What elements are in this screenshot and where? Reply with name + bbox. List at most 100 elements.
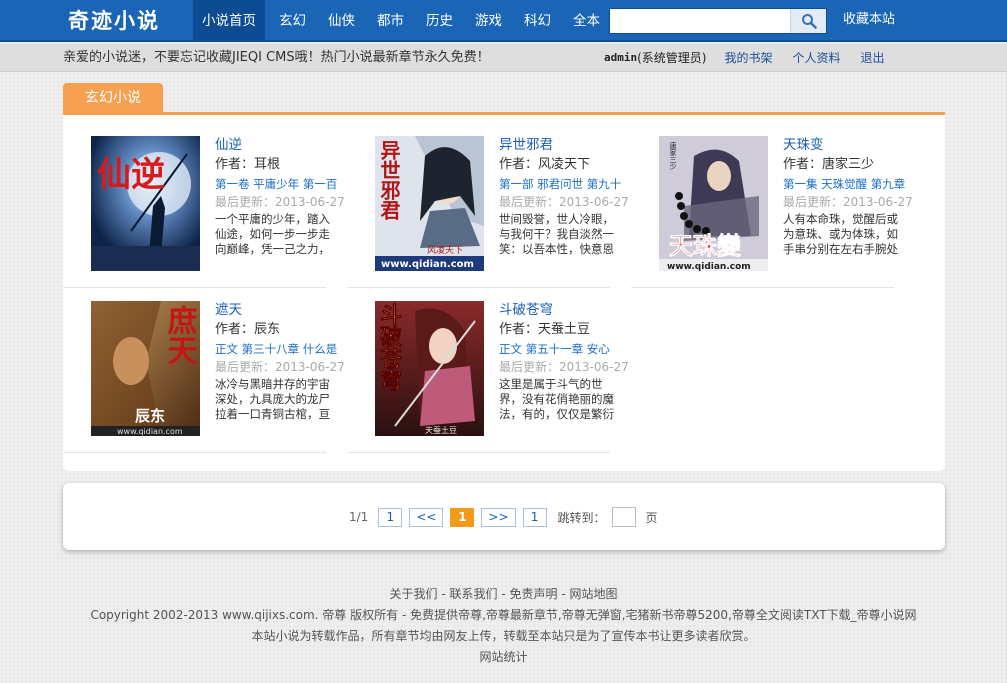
cover-author: 唐家三少 — [669, 141, 677, 170]
book-card: www.qidian.com 辰东 庶天 遮天 作者：辰东 正文 第三十八章 什… — [63, 301, 345, 453]
book-title[interactable]: 仙逆 — [215, 136, 345, 156]
book-author: 作者：耳根 — [215, 157, 281, 172]
cover-author: 天蚕土豆 — [425, 425, 457, 435]
nav-item-xianxia[interactable]: 仙侠 — [320, 0, 363, 42]
book-title[interactable]: 遮天 — [215, 301, 345, 321]
book-title[interactable]: 斗破苍穹 — [499, 301, 629, 321]
book-author: 作者：唐家三少 — [783, 157, 875, 172]
book-description: 冰冷与黑暗并存的宇宙深处，九具庞大的龙尸拉着一口青铜古棺，亘 — [215, 377, 330, 421]
cover-title: 庶天 — [162, 305, 198, 365]
nav-item-kehuan[interactable]: 科幻 — [516, 0, 559, 42]
sub-bar: 亲爱的小说迷，不要忘记收藏JIEQI CMS哦！热门小说最新章节永久免费！ ad… — [0, 44, 1007, 72]
top-navbar: 奇迹小说 小说首页 玄幻 仙侠 都市 历史 游戏 科幻 全本 收藏本站 — [0, 0, 1007, 42]
nav-item-youxi[interactable]: 游戏 — [467, 0, 510, 42]
cover-title: 天珠變 — [669, 231, 742, 260]
footer-separator: - — [557, 587, 570, 601]
site-notice: 亲爱的小说迷，不要忘记收藏JIEQI CMS哦！热门小说最新章节永久免费！ — [63, 50, 490, 65]
latest-chapter-link[interactable]: 正文 第三十八章 什么是 — [215, 341, 343, 359]
sitemap-link[interactable]: 网站地图 — [569, 587, 617, 601]
book-card: www.qidian.com 天珠變 唐家三少 天珠变 作者：唐家三少 第一集 … — [631, 136, 913, 288]
book-info: 斗破苍穹 作者：天蚕土豆 正文 第五十一章 安心 最后更新：2013-06-27… — [499, 301, 629, 422]
footer-separator: - — [437, 587, 450, 601]
nav-item-home[interactable]: 小说首页 — [193, 0, 265, 42]
book-card: 天蚕土豆 斗破苍穹 斗破苍穹 作者：天蚕土豆 正文 第五十一章 安心 最后更新：… — [347, 301, 629, 453]
book-title[interactable]: 异世邪君 — [499, 136, 629, 156]
disclaimer-link[interactable]: 免责声明 — [509, 587, 557, 601]
book-cover-xianni[interactable]: 仙逆 — [91, 136, 200, 271]
book-cover-tianzhubian[interactable]: www.qidian.com 天珠變 唐家三少 — [659, 136, 768, 271]
nav-item-dushi[interactable]: 都市 — [369, 0, 412, 42]
book-card: 仙逆 仙逆 作者：耳根 第一卷 平庸少年 第一百 最后更新：2013-06-27… — [63, 136, 345, 288]
book-description: 人有本命珠，觉醒后或为意珠、或为体珠，如手串分别在左右手腕处 — [783, 212, 898, 256]
book-author: 作者：风凌天下 — [499, 157, 591, 172]
profile-link[interactable]: 个人资料 — [793, 44, 841, 72]
latest-chapter-link[interactable]: 第一卷 平庸少年 第一百 — [215, 176, 343, 194]
cover-title: 斗破苍穹 — [376, 303, 403, 391]
current-page: 1 — [450, 507, 475, 527]
book-title[interactable]: 天珠变 — [783, 136, 913, 156]
book-cover-zhetian[interactable]: www.qidian.com 辰东 庶天 — [91, 301, 200, 436]
last-update: 最后更新：2013-06-27 — [499, 195, 629, 209]
latest-chapter-link[interactable]: 第一部 邪君问世 第九十 — [499, 176, 627, 194]
search-input[interactable] — [610, 9, 790, 33]
search-box — [609, 8, 827, 34]
cover-site: www.qidian.com — [667, 262, 751, 271]
cover-title: 异世邪君 — [377, 140, 401, 220]
statement: 本站小说为转载作品，所有章节均由网友上传，转载至本站只是为了宣传本书让更多读者欣… — [251, 629, 756, 643]
footer-separator: - — [497, 587, 510, 601]
footer: 关于我们 - 联系我们 - 免责声明 - 网站地图 Copyright 2002… — [0, 584, 1007, 668]
bookmark-site-link[interactable]: 收藏本站 — [843, 0, 895, 40]
user-name[interactable]: admin — [604, 44, 637, 72]
main-nav: 小说首页 玄幻 仙侠 都市 历史 游戏 科幻 全本 — [193, 0, 614, 42]
book-description: 这里是属于斗气的世界，没有花俏艳丽的魔法，有的，仅仅是繁衍 — [499, 377, 614, 421]
jump-page-input[interactable] — [611, 507, 636, 527]
cover-title: 仙逆 — [97, 155, 165, 195]
pager-panel: 1/1 1 << 1 >> 1 跳转到： 页 — [63, 483, 945, 550]
user-bar: admin (系统管理员) 我的书架 个人资料 退出 — [604, 44, 905, 72]
page-stat: 1/1 — [349, 510, 369, 524]
nav-item-xuanhuan[interactable]: 玄幻 — [271, 0, 314, 42]
cover-site: www.qidian.com — [381, 259, 474, 270]
pagination: 1/1 1 << 1 >> 1 跳转到： 页 — [349, 507, 658, 527]
first-page-button[interactable]: 1 — [378, 507, 403, 527]
search-button[interactable] — [790, 9, 826, 33]
cover-author: 风凌天下 — [427, 244, 463, 256]
book-description: 一个平庸的少年，踏入仙途，如何一步一步走向巅峰，凭一己之力， — [215, 212, 330, 256]
cover-site: www.qidian.com — [117, 427, 183, 436]
prev-page-button[interactable]: << — [409, 507, 444, 527]
book-author: 作者：辰东 — [215, 322, 281, 337]
last-page-button[interactable]: 1 — [522, 507, 547, 527]
book-info: 遮天 作者：辰东 正文 第三十八章 什么是 最后更新：2013-06-27 冰冷… — [215, 301, 345, 422]
book-cover-doupo[interactable]: 天蚕土豆 斗破苍穹 — [375, 301, 484, 436]
book-info: 仙逆 作者：耳根 第一卷 平庸少年 第一百 最后更新：2013-06-27 一个… — [215, 136, 345, 257]
latest-chapter-link[interactable]: 正文 第五十一章 安心 — [499, 341, 627, 359]
contact-link[interactable]: 联系我们 — [450, 587, 498, 601]
last-update: 最后更新：2013-06-27 — [499, 360, 629, 374]
user-role: (系统管理员) — [637, 51, 707, 65]
section-tab[interactable]: 玄幻小说 — [63, 83, 163, 113]
logout-link[interactable]: 退出 — [861, 44, 885, 72]
book-author: 作者：天蚕土豆 — [499, 322, 591, 337]
bookshelf-link[interactable]: 我的书架 — [725, 44, 773, 72]
book-info: 异世邪君 作者：风凌天下 第一部 邪君问世 第九十 最后更新：2013-06-2… — [499, 136, 629, 257]
nav-item-lishi[interactable]: 历史 — [418, 0, 461, 42]
next-page-button[interactable]: >> — [481, 507, 516, 527]
jump-label: 跳转到： — [557, 510, 606, 525]
search-icon — [801, 14, 817, 29]
copyright: Copyright 2002-2013 www.qijixs.com. 帝尊 版… — [90, 608, 917, 622]
last-update: 最后更新：2013-06-27 — [215, 360, 345, 374]
book-list-panel: 仙逆 仙逆 作者：耳根 第一卷 平庸少年 第一百 最后更新：2013-06-27… — [63, 112, 945, 471]
book-card: www.qidian.com 风凌天下 异世邪君 异世邪君 作者：风凌天下 第一… — [347, 136, 629, 288]
book-info: 天珠变 作者：唐家三少 第一集 天珠觉醒 第九章 最后更新：2013-06-27… — [783, 136, 913, 257]
stats-link[interactable]: 网站统计 — [479, 650, 527, 664]
book-cover-yishixiejun[interactable]: www.qidian.com 风凌天下 异世邪君 — [375, 136, 484, 271]
cover-author: 辰东 — [135, 407, 165, 425]
about-link[interactable]: 关于我们 — [390, 587, 438, 601]
book-description: 世间毁誉，世人冷眼，与我何干？我自淡然一笑：以吾本性，快意恩 — [499, 212, 614, 256]
last-update: 最后更新：2013-06-27 — [783, 195, 913, 209]
nav-item-quanben[interactable]: 全本 — [565, 0, 608, 42]
site-logo[interactable]: 奇迹小说 — [68, 6, 160, 36]
latest-chapter-link[interactable]: 第一集 天珠觉醒 第九章 — [783, 176, 911, 194]
page-unit: 页 — [645, 510, 658, 525]
last-update: 最后更新：2013-06-27 — [215, 195, 345, 209]
